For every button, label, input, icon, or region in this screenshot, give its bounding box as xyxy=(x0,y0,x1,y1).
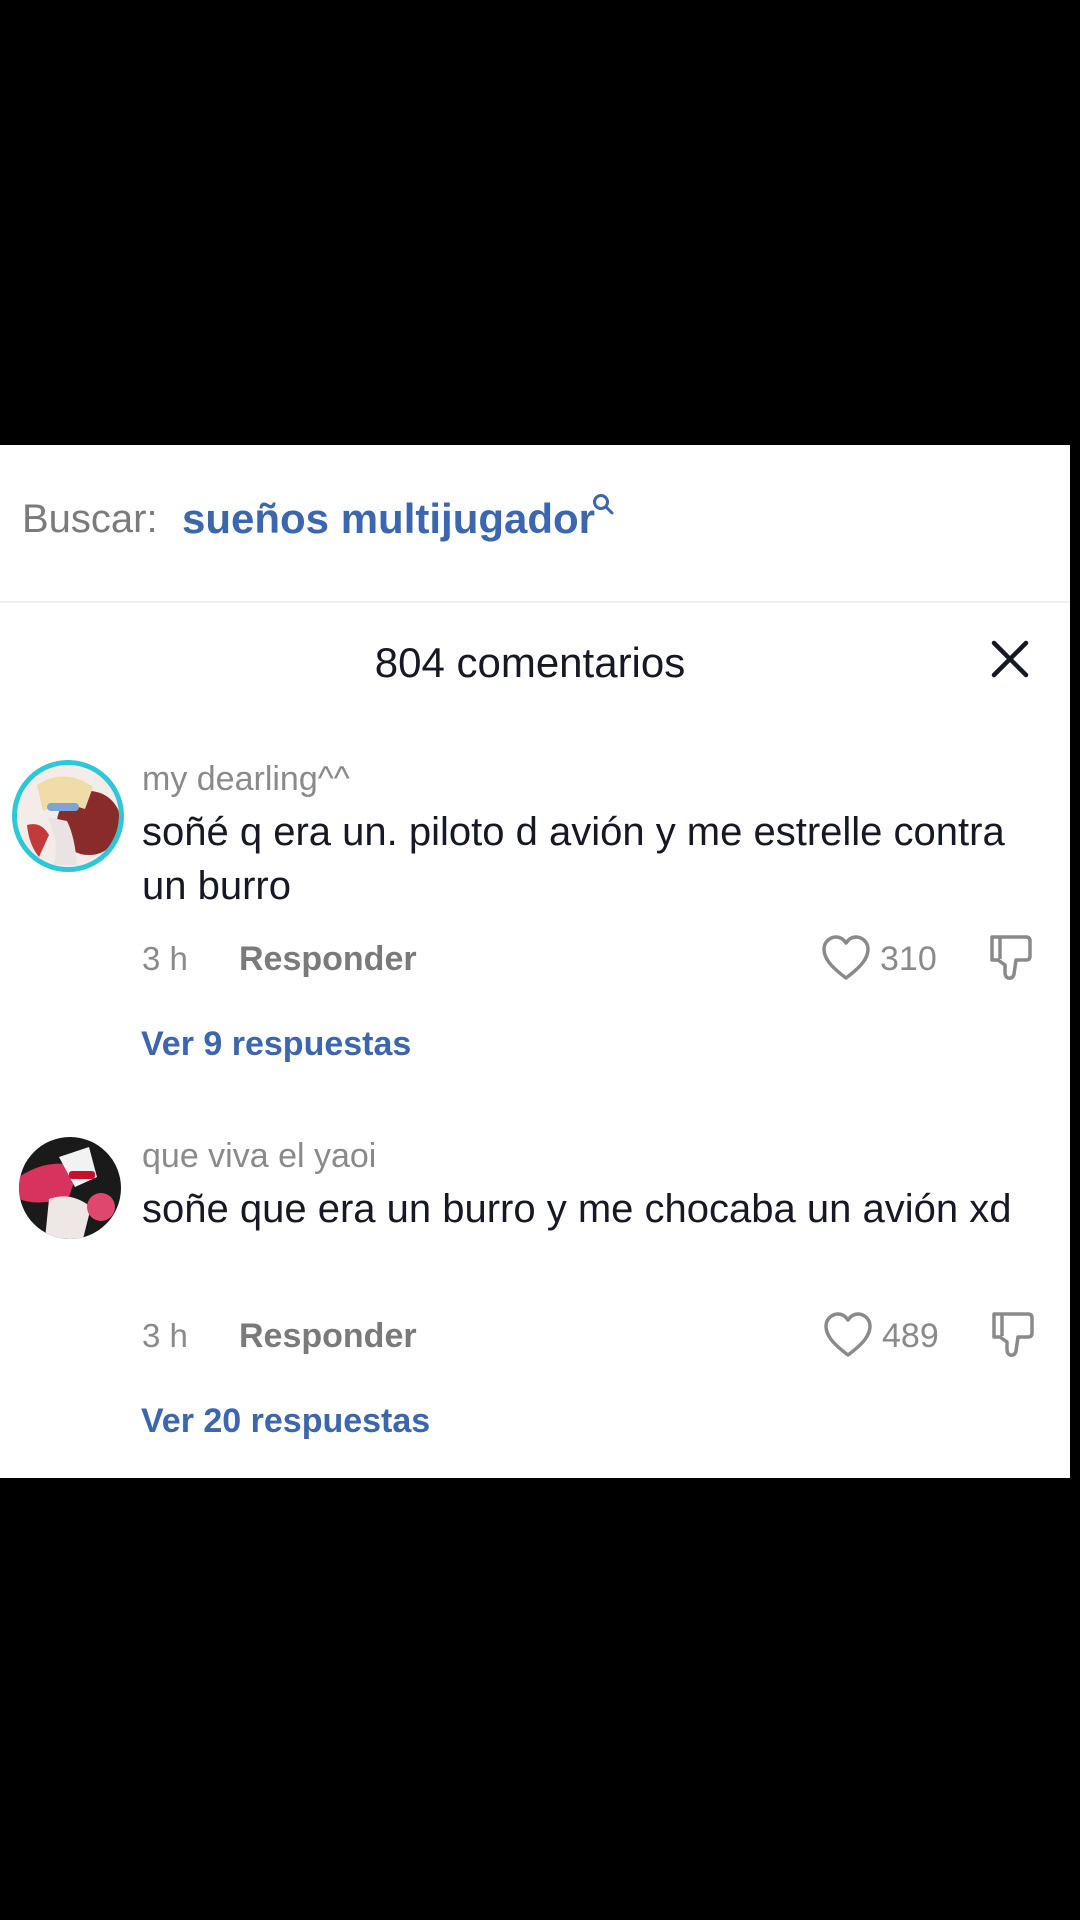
heart-icon[interactable] xyxy=(822,1311,874,1359)
reply-button[interactable]: Responder xyxy=(239,1317,417,1356)
comment-text: soñé q era un. piloto d avión y me estre… xyxy=(142,810,1005,908)
comments-count-title: 804 comentarios xyxy=(374,639,686,686)
avatar-image xyxy=(17,765,119,867)
search-suggestion-bar[interactable]: Buscar: sueños multijugador xyxy=(0,445,1070,603)
thumbs-down-icon[interactable] xyxy=(986,932,1034,982)
comment-username[interactable]: que viva el yaoi xyxy=(142,1137,376,1176)
comment-item: que viva el yaoi soñe que era un burro y… xyxy=(0,1137,1070,1477)
close-icon[interactable] xyxy=(988,637,1032,681)
thumbs-down-icon[interactable] xyxy=(988,1309,1036,1359)
comments-panel: Buscar: sueños multijugador 804 comentar… xyxy=(0,445,1070,1478)
avatar[interactable] xyxy=(19,1137,121,1239)
view-replies-link[interactable]: Ver 9 respuestas xyxy=(141,1025,411,1064)
search-query-link[interactable]: sueños multijugador xyxy=(182,495,595,543)
avatar[interactable] xyxy=(12,760,124,872)
comment-username[interactable]: my dearling^^ xyxy=(142,760,350,799)
reply-button[interactable]: Responder xyxy=(239,940,417,979)
comment-text: soñe que era un burro y me chocaba un av… xyxy=(142,1187,1012,1231)
view-replies-link[interactable]: Ver 20 respuestas xyxy=(141,1402,430,1441)
comment-timestamp: 3 h xyxy=(142,1317,188,1354)
avatar-image xyxy=(19,1137,121,1239)
comment-item: my dearling^^ soñé q era un. piloto d av… xyxy=(0,760,1070,1160)
comment-timestamp: 3 h xyxy=(142,940,188,977)
heart-icon[interactable] xyxy=(820,934,872,982)
like-count: 489 xyxy=(882,1317,939,1355)
search-icon[interactable] xyxy=(592,493,614,515)
search-prefix-label: Buscar: xyxy=(22,497,158,541)
like-count: 310 xyxy=(880,940,937,978)
